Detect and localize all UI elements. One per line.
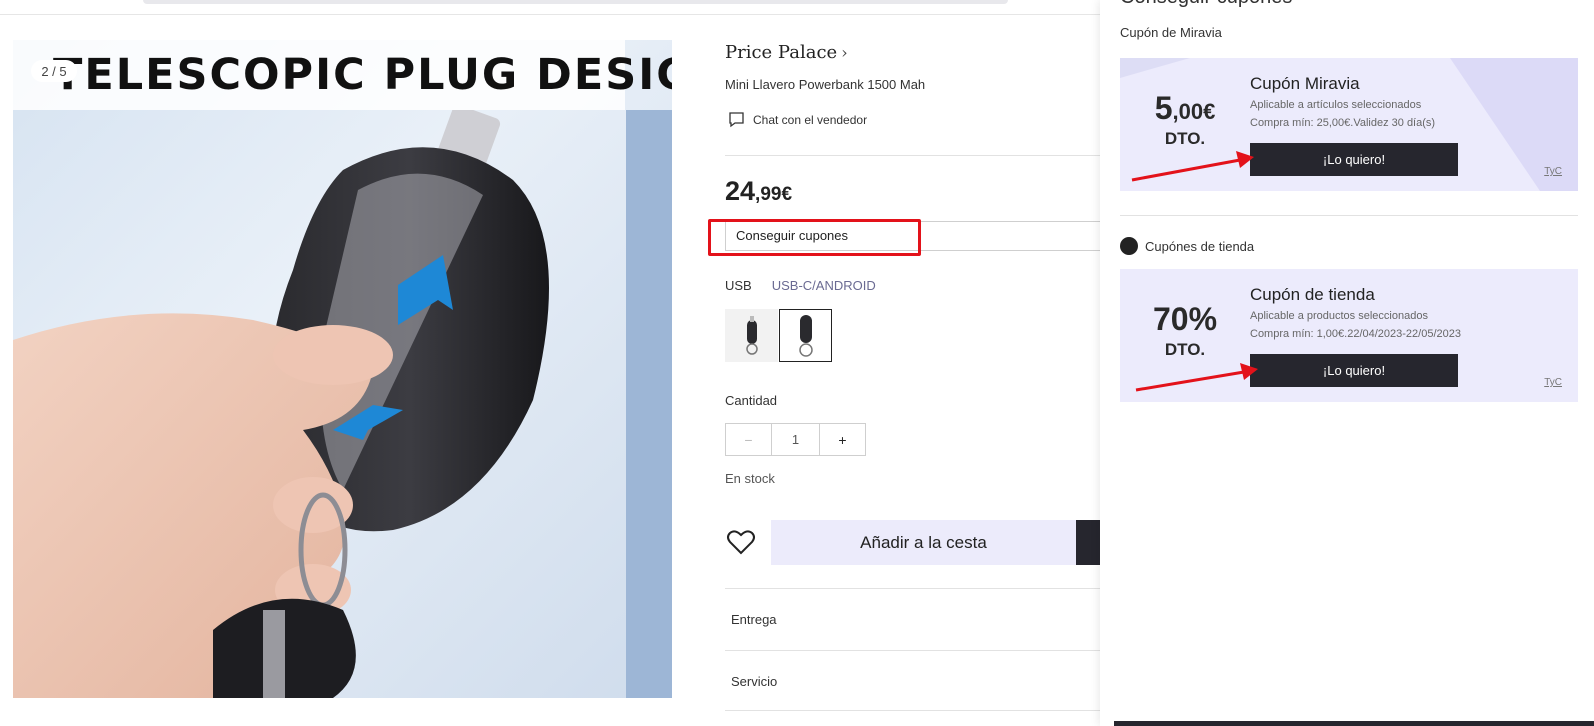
coupon-description: Aplicable a productos seleccionados [1250, 310, 1428, 322]
coupon-name: Cupón Miravia [1250, 74, 1360, 93]
chevron-right-icon: › [841, 43, 848, 62]
accordion-delivery[interactable]: Entrega [731, 612, 777, 627]
coupons-drawer: Conseguir cupones Cupón de Miravia 5,00€… [1100, 0, 1594, 726]
section-title-text: Cupónes de tienda [1145, 238, 1255, 254]
divider [725, 710, 1105, 711]
annotation-arrow-icon [1135, 363, 1258, 392]
coupon-amount-big: 5 [1154, 90, 1173, 126]
quantity-label: Cantidad [725, 393, 778, 408]
variant-thumb-usb[interactable] [725, 309, 778, 362]
store-name: Price Palace [725, 42, 838, 63]
stock-status: En stock [725, 471, 775, 486]
heart-icon [727, 530, 755, 555]
variant-thumb-usb-c[interactable] [779, 309, 832, 362]
variant-selector-labels: USB USB-C/ANDROID [725, 278, 876, 293]
quantity-stepper: − 1 + [725, 423, 866, 456]
coupon-conditions: Compra mín: 25,00€.Validez 30 día(s) [1250, 117, 1436, 129]
product-photo [13, 110, 549, 698]
coupon-amount-small: ,00€ [1172, 99, 1216, 124]
variant-label: USB [725, 278, 752, 293]
keychain-thumbnail-icon [798, 314, 813, 357]
buy-now-button[interactable] [1076, 520, 1101, 565]
image-banner: TELESCOPIC PLUG DESIGN [13, 40, 672, 110]
chat-label: Chat con el vendedor [753, 112, 868, 127]
store-link[interactable]: Price Palace › [725, 42, 848, 63]
drawer-title: Conseguir cupones [1120, 0, 1292, 9]
variant-selected: USB-C/ANDROID [771, 278, 876, 293]
store-logo-icon [1120, 237, 1138, 255]
header-divider [0, 14, 1100, 15]
quantity-input[interactable]: 1 [772, 423, 819, 456]
search-bar[interactable] [143, 0, 1008, 4]
coupon-amount-big: 70% [1152, 301, 1218, 337]
section-title-text: Cupón de Miravia [1120, 25, 1222, 40]
wishlist-button[interactable] [726, 528, 756, 561]
variant-thumbnails [725, 309, 832, 362]
coupon-conditions: Compra mín: 1,00€.22/04/2023-22/05/2023 [1250, 328, 1461, 340]
divider [1120, 215, 1578, 216]
claim-coupon-button[interactable]: ¡Lo quiero! [1250, 143, 1458, 176]
chat-icon [729, 112, 744, 128]
product-price: 24,99€ [725, 176, 792, 207]
page: TELESCOPIC PLUG DESIGN 2 / 5 Price Palac… [0, 0, 1594, 726]
drawer-footer-bar [1114, 721, 1594, 726]
price-decimal: ,99€ [755, 184, 793, 205]
increase-button[interactable]: + [819, 423, 866, 456]
product-image-gallery[interactable]: TELESCOPIC PLUG DESIGN 2 / 5 [13, 40, 672, 698]
annotation-arrow-icon [1131, 151, 1254, 182]
section-title-miravia: Cupón de Miravia [1120, 25, 1222, 40]
keychain-thumbnail-icon [745, 315, 758, 355]
terms-link[interactable]: TyC [1544, 377, 1562, 388]
annotation-highlight-box [708, 219, 921, 256]
section-title-store: Cupónes de tienda [1120, 237, 1254, 255]
image-counter: 2 / 5 [31, 60, 77, 82]
divider [725, 650, 1105, 651]
product-title: Mini Llavero Powerbank 1500 Mah [725, 77, 926, 92]
decrease-button[interactable]: − [725, 423, 772, 456]
terms-link[interactable]: TyC [1544, 166, 1562, 177]
price-integer: 24 [725, 176, 756, 206]
chat-seller-link[interactable]: Chat con el vendedor [728, 111, 867, 128]
divider [725, 588, 1105, 589]
coupon-description: Aplicable a artículos seleccionados [1250, 99, 1422, 111]
accordion-service[interactable]: Servicio [731, 674, 777, 689]
divider [725, 155, 1105, 156]
banner-text: TELESCOPIC PLUG DESIGN [53, 50, 672, 100]
claim-coupon-button[interactable]: ¡Lo quiero! [1250, 354, 1458, 387]
coupon-name: Cupón de tienda [1250, 285, 1375, 304]
add-to-cart-button[interactable]: Añadir a la cesta [771, 520, 1076, 565]
